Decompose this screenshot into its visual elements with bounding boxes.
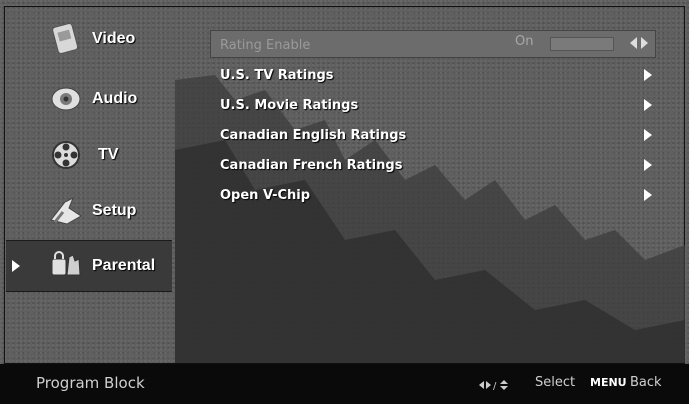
parental-menu-list: Rating Enable U.S. TV Ratings U.S. Movie… — [208, 30, 678, 210]
sidebar-item-label: TV — [98, 146, 119, 163]
sidebar-item-label: Parental — [92, 257, 156, 274]
menu-item-label: Open V-Chip — [220, 187, 311, 203]
sidebar-item-tv[interactable]: TV — [6, 130, 172, 180]
sidebar-item-label: Video — [92, 30, 136, 47]
submenu-arrow-icon — [644, 129, 652, 141]
tv-menu-screen: Video Audio TV Setup Parental On Rating … — [0, 0, 689, 404]
menu-item-label: Canadian English Ratings — [220, 127, 407, 143]
sidebar-item-label: Audio — [92, 90, 138, 107]
parental-icon — [46, 246, 86, 286]
menu-item-label: U.S. Movie Ratings — [220, 97, 359, 113]
footer-bar: Program Block / Select MENU Back — [0, 364, 689, 404]
menu-key-label: MENU — [590, 376, 627, 389]
menu-item-canadian-english-ratings[interactable]: Canadian English Ratings — [208, 120, 678, 150]
sidebar: Video Audio TV Setup Parental — [6, 12, 172, 357]
menu-item-rating-enable[interactable]: Rating Enable — [208, 30, 678, 60]
submenu-arrow-icon — [644, 189, 652, 201]
sidebar-item-parental[interactable]: Parental — [6, 240, 172, 292]
menu-item-canadian-french-ratings[interactable]: Canadian French Ratings — [208, 150, 678, 180]
audio-icon — [46, 79, 86, 119]
sidebar-item-label: Setup — [92, 202, 137, 219]
menu-item-us-tv-ratings[interactable]: U.S. TV Ratings — [208, 60, 678, 90]
footer-back-label: Back — [630, 375, 662, 390]
menu-item-open-v-chip[interactable]: Open V-Chip — [208, 180, 678, 210]
menu-item-label: Canadian French Ratings — [220, 157, 403, 173]
menu-item-us-movie-ratings[interactable]: U.S. Movie Ratings — [208, 90, 678, 120]
sidebar-item-setup[interactable]: Setup — [6, 186, 172, 236]
menu-item-label: Rating Enable — [220, 37, 311, 53]
footer-select-label: Select — [535, 375, 576, 390]
tv-reel-icon — [46, 135, 86, 175]
nav-arrows-icon: / — [479, 380, 508, 392]
submenu-arrow-icon — [644, 69, 652, 81]
setup-icon — [46, 191, 86, 231]
svg-text:/: / — [493, 381, 497, 392]
video-icon — [46, 19, 86, 59]
menu-item-label: U.S. TV Ratings — [220, 67, 334, 83]
submenu-arrow-icon — [644, 99, 652, 111]
sidebar-item-audio[interactable]: Audio — [6, 74, 172, 124]
selected-arrow-icon — [12, 260, 20, 272]
submenu-arrow-icon — [644, 159, 652, 171]
sidebar-item-video[interactable]: Video — [6, 14, 172, 64]
footer-title: Program Block — [36, 374, 145, 392]
